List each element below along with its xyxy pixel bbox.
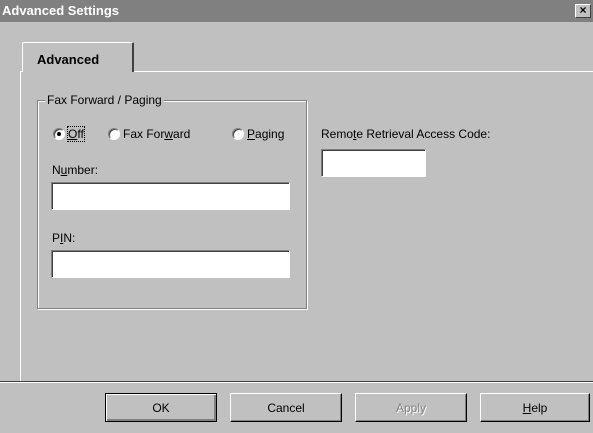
- cancel-button[interactable]: Cancel: [230, 393, 342, 422]
- remote-access-code-input[interactable]: [322, 150, 425, 176]
- radio-circle-icon: [108, 128, 120, 140]
- pin-label: PIN:: [52, 231, 76, 245]
- radio-off-label: Off: [67, 126, 85, 142]
- radio-circle-icon: [53, 128, 65, 140]
- group-legend: Fax Forward / Paging: [45, 93, 164, 107]
- remote-access-code-field[interactable]: [321, 149, 426, 177]
- close-button[interactable]: ×: [575, 4, 591, 18]
- radio-off[interactable]: Off: [53, 126, 85, 142]
- window-title: Advanced Settings: [2, 3, 120, 18]
- close-icon: ×: [579, 4, 587, 17]
- ok-button[interactable]: OK: [105, 393, 217, 422]
- number-label: Number:: [52, 163, 99, 177]
- tab-advanced[interactable]: Advanced: [22, 42, 134, 72]
- radio-fax-forward-label: Fax Forward: [123, 127, 191, 141]
- number-field[interactable]: [51, 182, 290, 210]
- apply-button[interactable]: Apply: [355, 393, 467, 422]
- pin-field[interactable]: [51, 250, 290, 278]
- radio-circle-icon: [232, 128, 244, 140]
- radio-fax-forward[interactable]: Fax Forward: [108, 127, 190, 141]
- radio-paging[interactable]: Paging: [232, 127, 284, 141]
- radio-paging-label: Paging: [247, 127, 285, 141]
- number-input[interactable]: [52, 183, 289, 209]
- pin-input[interactable]: [52, 251, 289, 277]
- tab-label: Advanced: [37, 52, 100, 67]
- title-bar: Advanced Settings ×: [0, 0, 593, 22]
- button-divider: [0, 381, 593, 383]
- help-button[interactable]: Help: [480, 393, 590, 422]
- remote-access-code-label: Remote Retrieval Access Code:: [321, 127, 491, 141]
